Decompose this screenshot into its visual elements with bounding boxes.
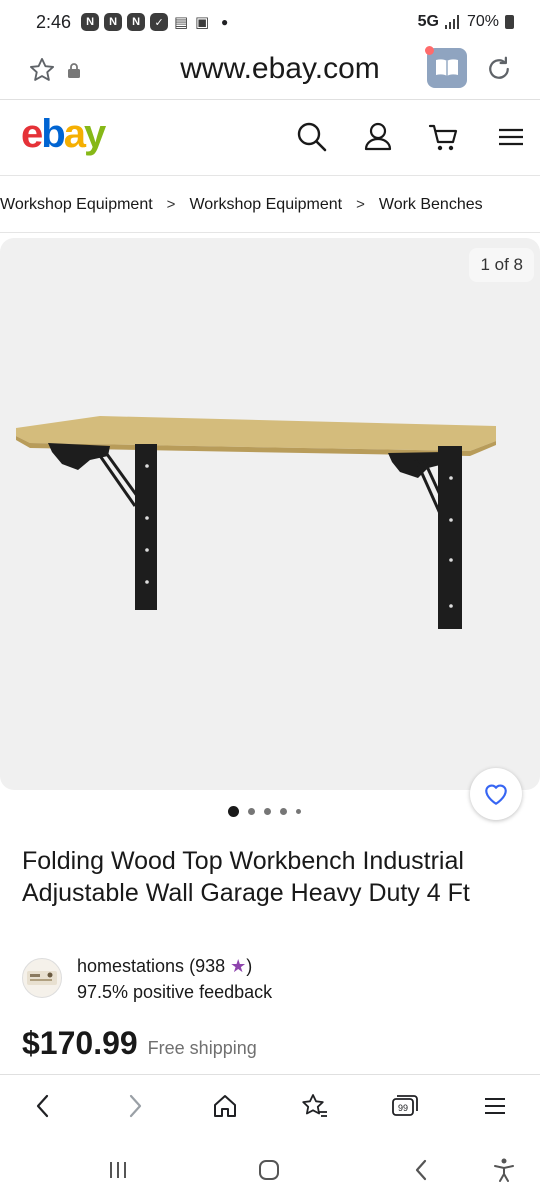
item-price: $170.99 (22, 1025, 138, 1061)
breadcrumb-link[interactable]: Workshop Equipment (185, 196, 346, 214)
seller-info[interactable]: homestations (938 ★) 97.5% positive feed… (22, 956, 522, 1004)
home-icon (214, 1095, 236, 1117)
breadcrumb-link[interactable]: Work Benches (375, 196, 487, 214)
more-notifications-dot: ● (221, 15, 229, 29)
accessibility-button[interactable] (490, 1156, 518, 1184)
browser-url-bar: www.ebay.com (0, 44, 540, 100)
recent-apps-button[interactable] (104, 1156, 132, 1184)
cart-icon[interactable] (427, 120, 461, 154)
account-icon[interactable] (361, 120, 395, 154)
battery-icon (505, 15, 514, 29)
book-notification-icon: ▤ (173, 14, 189, 31)
svg-text:99: 99 (398, 1103, 408, 1113)
back-nav-icon (415, 1159, 427, 1181)
seller-score-close: ) (246, 956, 253, 976)
product-image[interactable] (0, 238, 540, 790)
logo-letter-b: b (41, 112, 65, 156)
browser-menu-button[interactable] (480, 1091, 510, 1121)
price-row: $170.99 Free shipping (22, 1025, 257, 1062)
back-nav-button[interactable] (407, 1156, 435, 1184)
device-notification-icon: ▣ (194, 14, 210, 31)
seller-logo-image (27, 971, 57, 985)
seller-name-line[interactable]: homestations (938 ★) (77, 956, 252, 977)
seller-avatar[interactable] (22, 958, 62, 998)
logo-letter-a: a (63, 112, 86, 156)
reload-icon[interactable] (484, 54, 514, 84)
shipping-info: Free shipping (147, 1038, 257, 1058)
bookmarks-button[interactable] (300, 1091, 330, 1121)
product-image-gallery[interactable]: 1 of 8 (0, 238, 540, 790)
status-bar: 2:46 N N N ✓ ▤ ▣ ● 5G 70% (0, 0, 540, 44)
search-icon[interactable] (295, 120, 329, 154)
back-icon (36, 1094, 49, 1118)
recent-apps-icon (110, 1162, 126, 1178)
site-header: ebay (0, 100, 540, 176)
home-button[interactable] (210, 1091, 240, 1121)
battery-percent: 70% (466, 13, 499, 30)
seller-feedback: 97.5% positive feedback (77, 982, 273, 1002)
notification-icons: N N N ✓ ▤ ▣ ● (81, 13, 228, 31)
reader-badge (425, 46, 434, 55)
home-nav-button[interactable] (255, 1156, 283, 1184)
reader-mode-button[interactable] (425, 46, 467, 88)
notification-app-icon: N (127, 13, 146, 31)
chevron-right-icon: > (166, 196, 176, 213)
forward-button[interactable] (120, 1091, 150, 1121)
breadcrumb: Workshop Equipment > Workshop Equipment … (0, 177, 540, 233)
breadcrumb-link[interactable]: Workshop Equipment (0, 196, 157, 214)
book-icon (436, 59, 458, 76)
listing-title: Folding Wood Top Workbench Industrial Ad… (22, 847, 470, 907)
pagination-dot[interactable] (247, 808, 255, 815)
pagination-dot[interactable] (279, 808, 287, 815)
menu-icon (485, 1098, 505, 1114)
pagination-dot-active[interactable] (227, 806, 239, 817)
notification-app-icon: N (104, 13, 123, 31)
chevron-right-icon: > (356, 196, 365, 213)
pagination-dot[interactable] (263, 808, 271, 815)
status-right: 5G 70% (418, 13, 514, 31)
network-label: 5G (417, 13, 439, 30)
forward-icon (129, 1094, 142, 1118)
gallery-pagination (0, 806, 540, 817)
logo-letter-y: y (83, 112, 106, 156)
android-navigation-bar (0, 1136, 540, 1200)
back-button[interactable] (28, 1091, 58, 1121)
signal-icon (444, 15, 459, 29)
status-time: 2:46 (36, 11, 72, 32)
seller-name[interactable]: homestations (77, 956, 184, 976)
seller-score: (938 (189, 956, 226, 976)
home-nav-icon (259, 1160, 279, 1180)
pagination-dot[interactable] (295, 809, 301, 814)
heart-icon (485, 784, 507, 805)
check-notification-icon: ✓ (150, 13, 169, 31)
ebay-logo[interactable]: ebay (21, 112, 106, 157)
tabs-icon: 99 (392, 1095, 418, 1116)
notification-app-icon: N (81, 13, 100, 31)
tabs-button[interactable]: 99 (390, 1091, 420, 1121)
browser-toolbar: 99 (0, 1074, 540, 1136)
menu-icon[interactable] (494, 120, 528, 154)
accessibility-icon (494, 1158, 514, 1182)
bookmarks-icon (302, 1094, 327, 1117)
star-icon: ★ (230, 956, 247, 976)
logo-letter-e: e (21, 112, 43, 156)
